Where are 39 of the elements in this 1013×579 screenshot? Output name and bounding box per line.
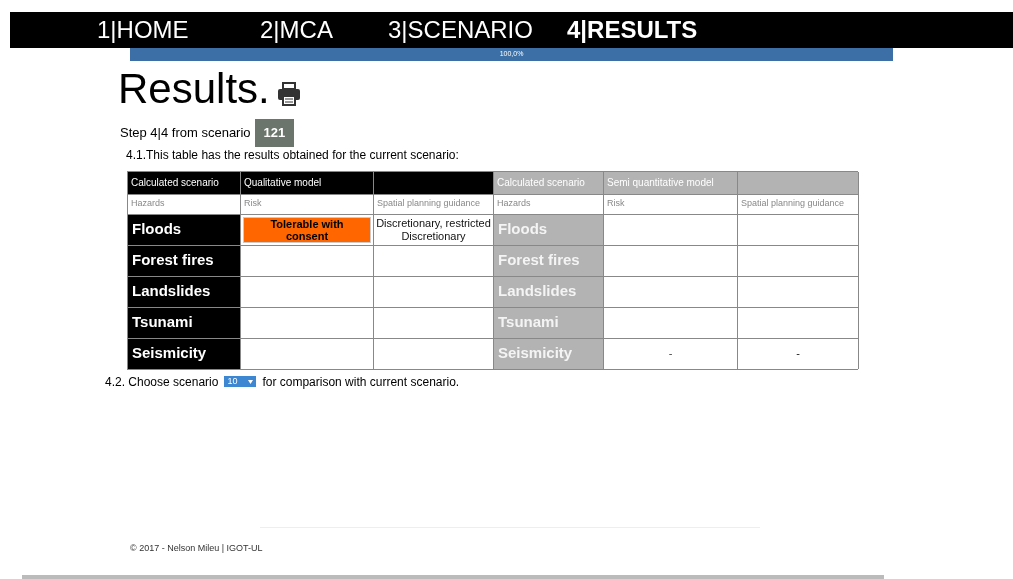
footer-text: © 2017 - Nelson Mileu | IGOT-UL: [130, 542, 263, 555]
hazard-cell: Tsunami: [494, 307, 604, 338]
hazard-cell: Floods: [494, 214, 604, 245]
column-header: Spatial planning guidance: [374, 194, 494, 214]
column-header: Risk: [604, 194, 738, 214]
page-title: Results.: [118, 65, 270, 113]
header-cell: Semi quantitative model: [604, 171, 738, 194]
column-header: Hazards: [494, 194, 604, 214]
hazard-cell: Forest fires: [128, 245, 241, 276]
table-cell-text: -: [668, 346, 673, 362]
nav-tab[interactable]: 3|SCENARIO: [388, 12, 557, 48]
header-cell: Calculated scenario: [494, 171, 604, 194]
scenario-badge: 121: [254, 119, 295, 147]
table-cell: Discretionary, restricted Discretionary: [376, 216, 491, 243]
compare-text: 4.2. Choose scenario: [105, 373, 219, 391]
nav-tab[interactable]: 4|RESULTS: [567, 12, 717, 48]
printer-icon[interactable]: [275, 81, 302, 107]
scenario-select[interactable]: 10: [224, 376, 257, 387]
table-cell: -: [796, 347, 800, 360]
column-header: Risk: [241, 194, 374, 214]
header-cell: Calculated scenario: [128, 171, 241, 194]
header-cell: Qualitative model: [241, 171, 374, 194]
compare-text: for comparison with current scenario.: [262, 373, 460, 391]
hazard-cell: Floods: [128, 214, 241, 245]
nav-tab[interactable]: 1|HOME: [97, 12, 250, 48]
hazard-cell: Seismicity: [494, 338, 604, 369]
hazard-cell: Landslides: [494, 276, 604, 307]
horizontal-scrollbar[interactable]: [22, 575, 884, 579]
hazard-cell: Landslides: [128, 276, 241, 307]
column-header: Hazards: [128, 194, 241, 214]
caret-icon: [248, 379, 254, 384]
hazard-cell: Forest fires: [494, 245, 604, 276]
intro-text: 4.1.This table has the results obtained for the current scenario:: [125, 146, 460, 163]
column-header: Spatial planning guidance: [738, 194, 859, 214]
step-text: Step 4|4 from scenario: [120, 124, 251, 142]
hazard-cell: Tsunami: [128, 307, 241, 338]
nav-tab[interactable]: 2|MCA: [260, 12, 378, 48]
hazard-cell: Seismicity: [128, 338, 241, 369]
risk-level: Tolerable with consent: [243, 216, 371, 243]
